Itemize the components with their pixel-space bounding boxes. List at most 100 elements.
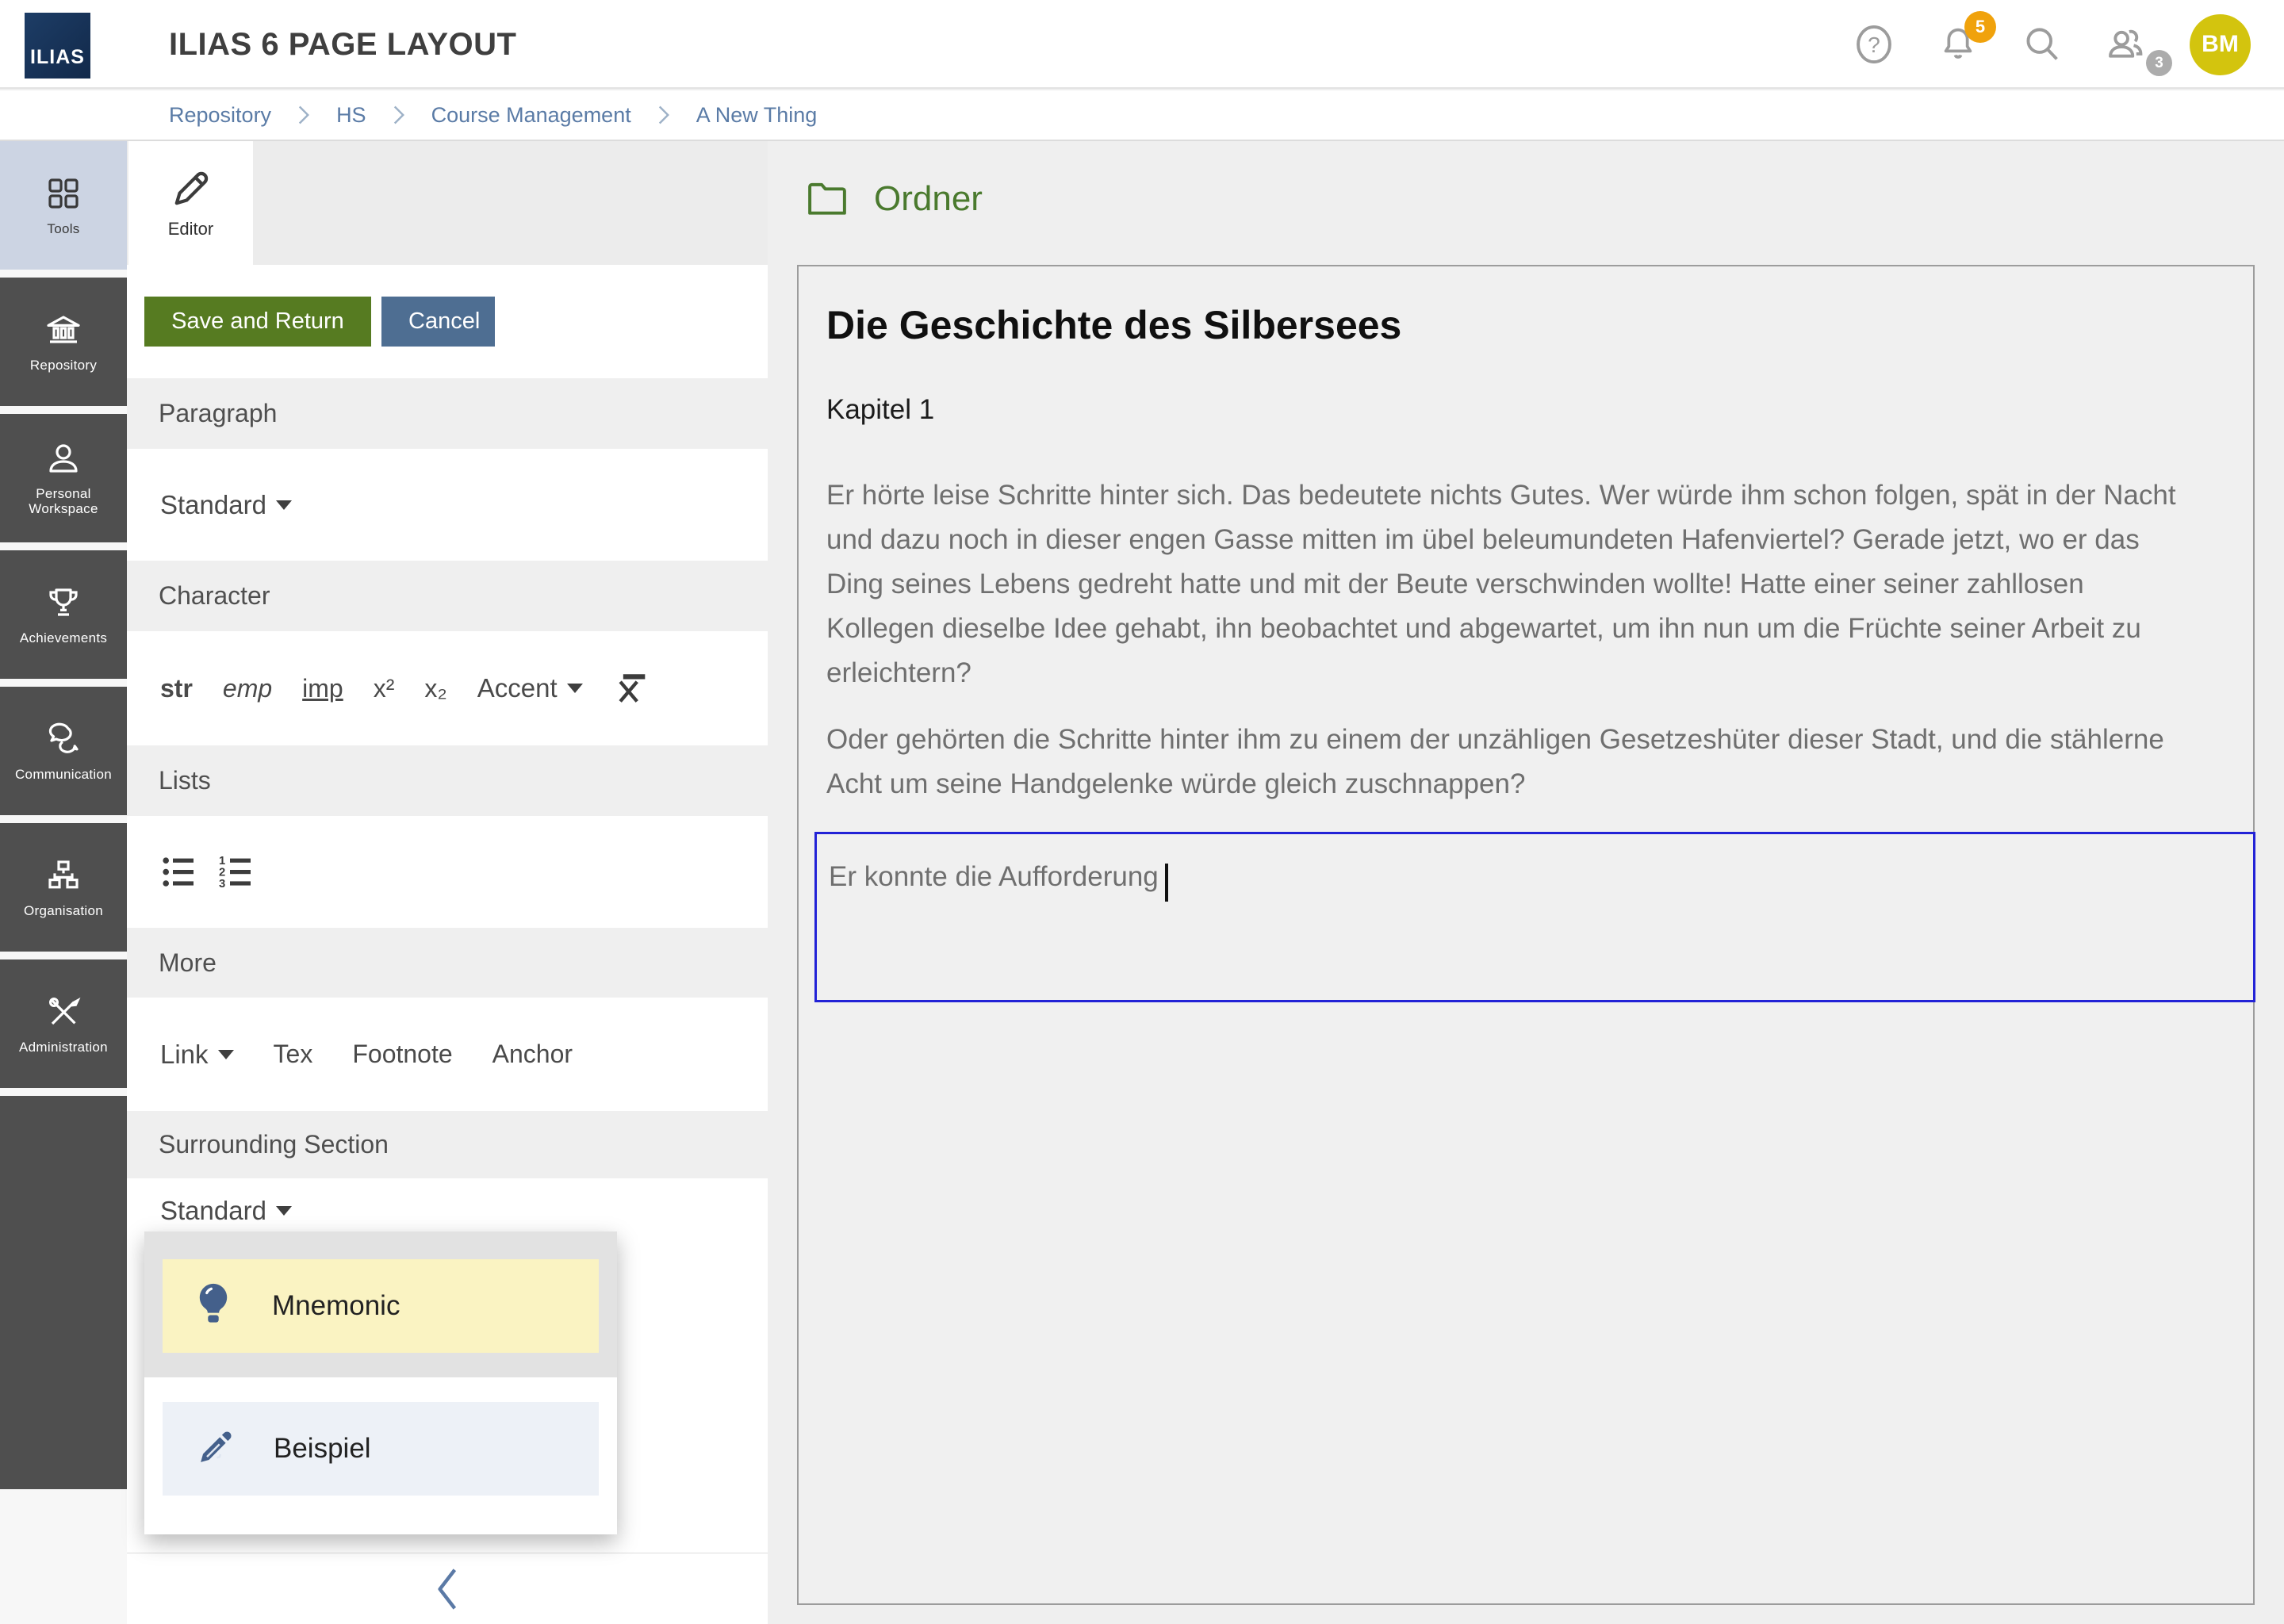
breadcrumb-a-new-thing[interactable]: A New Thing — [696, 103, 818, 128]
chevron-right-icon — [393, 105, 404, 125]
sidebar-item-label: Tools — [47, 222, 79, 237]
sidebar-item-administration[interactable]: Administration — [0, 959, 127, 1088]
strong-button[interactable]: str — [160, 674, 193, 703]
sidebar-item-personal-workspace[interactable]: Personal Workspace — [0, 414, 127, 542]
surrounding-style-row: Standard Mnemonic — [127, 1178, 768, 1553]
trophy-icon — [44, 584, 82, 622]
notifications-badge: 5 — [1964, 11, 1996, 43]
search-icon — [2021, 22, 2063, 67]
character-section-header: Character — [127, 561, 768, 631]
object-title-row: Ordner — [768, 141, 2284, 219]
breadcrumb-repository[interactable]: Repository — [169, 103, 271, 128]
accent-dropdown[interactable]: Accent — [477, 673, 583, 703]
help-icon: ? — [1853, 22, 1895, 67]
anchor-button[interactable]: Anchor — [492, 1040, 573, 1069]
sidebar-item-tools[interactable]: Tools — [0, 141, 127, 270]
dropdown-item-beispiel[interactable]: Beispiel — [163, 1402, 599, 1496]
edit-area-text: Er konnte die Aufforderung — [829, 861, 1159, 892]
sidebar-item-label: Administration — [19, 1040, 108, 1055]
sidebar-item-achievements[interactable]: Achievements — [0, 550, 127, 679]
important-button[interactable]: imp — [302, 674, 343, 703]
chevron-down-icon — [276, 500, 292, 510]
lists-section-header: Lists — [127, 745, 768, 816]
svg-text:3: 3 — [219, 878, 225, 891]
breadcrumb-hs[interactable]: HS — [336, 103, 366, 128]
sidebar-item-repository[interactable]: Repository — [0, 278, 127, 406]
sidebar-item-label: Repository — [30, 358, 97, 373]
subscript-button[interactable]: x₂ — [424, 674, 446, 703]
page-content-box[interactable]: Die Geschichte des Silbersees Kapitel 1 … — [797, 265, 2255, 1605]
pencil-icon — [169, 167, 213, 211]
document-paragraph-1[interactable]: Er hörte leise Schritte hinter sich. Das… — [826, 473, 2186, 695]
chevron-right-icon — [298, 105, 309, 125]
main-content: Ordner Die Geschichte des Silbersees Kap… — [768, 141, 2284, 1624]
sidebar-item-label: Achievements — [20, 631, 107, 646]
main-sidebar: Tools Repository Personal Workspace Achi… — [0, 141, 127, 1624]
sidebar-item-label: Personal Workspace — [0, 487, 127, 516]
org-chart-icon — [44, 856, 82, 894]
more-section-header: More — [127, 928, 768, 998]
chevron-down-icon — [276, 1206, 292, 1216]
document-paragraph-2[interactable]: Oder gehörten die Schritte hinter ihm zu… — [826, 718, 2186, 806]
surrounding-style-dropdown[interactable]: Standard — [160, 1196, 292, 1226]
avatar[interactable]: BM — [2190, 14, 2251, 75]
folder-icon — [807, 182, 847, 216]
sidebar-item-communication[interactable]: Communication — [0, 687, 127, 815]
section-style-dropdown-menu: Mnemonic Beispiel — [144, 1231, 617, 1534]
accent-label: Accent — [477, 673, 558, 703]
chevron-down-icon — [218, 1050, 234, 1059]
svg-text:?: ? — [1868, 33, 1880, 57]
help-button[interactable]: ? — [1853, 22, 1895, 67]
header-icon-bar: ? 5 3 BM — [1853, 0, 2284, 89]
document-subheading[interactable]: Kapitel 1 — [826, 394, 2186, 426]
save-and-return-button[interactable]: Save and Return — [144, 297, 371, 347]
editor-tab-row: Editor — [127, 141, 768, 265]
surrounding-style-value: Standard — [160, 1196, 266, 1226]
active-edit-area[interactable]: Er konnte die Aufforderung — [814, 832, 2255, 1002]
chat-bubbles-icon — [44, 720, 82, 758]
document-heading[interactable]: Die Geschichte des Silbersees — [826, 302, 2186, 348]
paragraph-style-row: Standard — [127, 449, 768, 561]
online-users-button[interactable]: 3 — [2106, 22, 2147, 67]
text-cursor — [1165, 864, 1168, 902]
breadcrumb-course-management[interactable]: Course Management — [431, 103, 631, 128]
numbered-list-icon[interactable]: 1 2 3 — [217, 853, 255, 891]
person-icon — [44, 439, 82, 477]
lightbulb-icon — [193, 1280, 234, 1332]
dropdown-item-mnemonic[interactable]: Mnemonic — [163, 1259, 599, 1353]
pencil-icon — [193, 1427, 236, 1470]
top-header: ILIAS ILIAS 6 PAGE LAYOUT ? 5 — [0, 0, 2284, 89]
search-button[interactable] — [2021, 22, 2063, 67]
surrounding-section-header: Surrounding Section — [127, 1111, 768, 1178]
superscript-button[interactable]: x² — [374, 674, 395, 703]
bullet-list-icon[interactable] — [160, 853, 198, 891]
users-badge: 3 — [2146, 50, 2172, 76]
clear-format-icon[interactable] — [613, 671, 648, 706]
dropdown-item-label: Mnemonic — [272, 1290, 400, 1322]
svg-text:1: 1 — [219, 855, 225, 868]
sidebar-item-organisation[interactable]: Organisation — [0, 823, 127, 952]
dropdown-options-area: Beispiel — [144, 1377, 617, 1534]
tab-editor[interactable]: Editor — [128, 141, 253, 265]
sidebar-item-label: Communication — [15, 768, 112, 783]
lists-controls: 1 2 3 — [127, 816, 768, 928]
paragraph-style-dropdown[interactable]: Standard — [160, 490, 292, 520]
object-title: Ordner — [874, 179, 983, 219]
chevron-down-icon — [567, 684, 583, 693]
tex-button[interactable]: Tex — [274, 1040, 313, 1069]
footnote-button[interactable]: Footnote — [352, 1040, 452, 1069]
collapse-panel-row — [127, 1553, 768, 1624]
link-dropdown[interactable]: Link — [160, 1040, 234, 1070]
collapse-chevron-icon[interactable] — [435, 1567, 459, 1611]
grid-icon — [44, 174, 82, 213]
notifications-button[interactable]: 5 — [1937, 22, 1979, 67]
bank-icon — [44, 311, 82, 349]
ilias-logo[interactable]: ILIAS — [25, 13, 90, 79]
emphasis-button[interactable]: emp — [223, 674, 272, 703]
dropdown-item-label: Beispiel — [274, 1433, 371, 1465]
character-controls: str emp imp x² x₂ Accent — [127, 631, 768, 745]
breadcrumb: Repository HS Course Management A New Th… — [0, 90, 2284, 141]
sidebar-filler — [0, 1096, 127, 1489]
paragraph-section-header: Paragraph — [127, 378, 768, 449]
cancel-button[interactable]: Cancel — [381, 297, 495, 347]
